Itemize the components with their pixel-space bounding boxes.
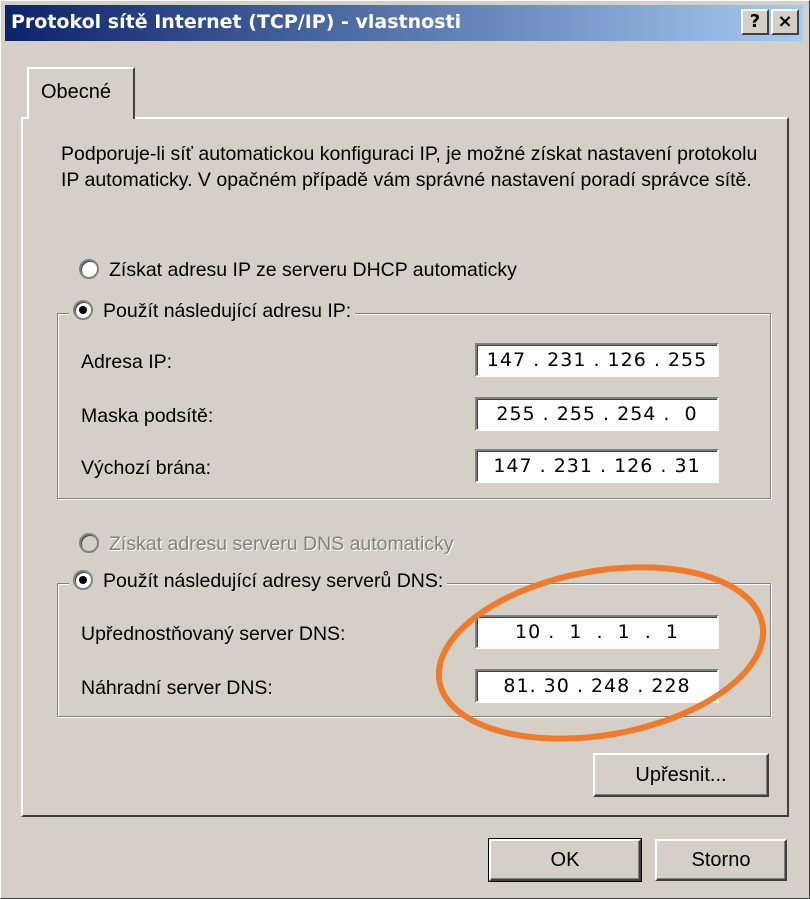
window-title: Protokol sítě Internet (TCP/IP) - vlastn…	[11, 11, 462, 33]
tab-general[interactable]: Obecné	[27, 67, 135, 119]
radio-button-icon	[79, 258, 99, 279]
gateway-label: Výchozí brána:	[81, 457, 212, 479]
preferred-dns-label: Upřednostňovaný server DNS:	[81, 623, 346, 645]
radio-dns-manual[interactable]: Použít následující adresy serverů DNS:	[69, 569, 448, 593]
subnet-mask-field[interactable]: 255 . 255 . 254 . 0	[475, 397, 719, 431]
highlight-ellipse-annotation	[435, 564, 767, 742]
radio-dns-auto-label: Získat adresu serveru DNS automaticky	[109, 533, 454, 555]
ok-button[interactable]: OK	[488, 838, 642, 882]
radio-ip-auto[interactable]: Získat adresu IP ze serveru DHCP automat…	[79, 258, 517, 282]
radio-button-checked-icon	[73, 569, 93, 590]
radio-ip-manual[interactable]: Použít následující adresu IP:	[69, 299, 356, 323]
help-button[interactable]: ?	[741, 9, 769, 35]
gateway-field[interactable]: 147 . 231 . 126 . 31	[475, 449, 719, 483]
cancel-button[interactable]: Storno	[655, 839, 787, 881]
radio-button-disabled-icon	[79, 532, 99, 553]
radio-ip-auto-label: Získat adresu IP ze serveru DHCP automat…	[109, 259, 517, 281]
radio-dns-auto[interactable]: Získat adresu serveru DNS automaticky	[79, 532, 454, 556]
ip-address-label: Adresa IP:	[81, 351, 173, 373]
description-text: Podporuje-li síť automatickou konfigurac…	[61, 143, 758, 191]
alternate-dns-label: Náhradní server DNS:	[81, 677, 273, 699]
ip-address-field[interactable]: 147 . 231 . 126 . 255	[475, 343, 719, 377]
close-button[interactable]: ×	[771, 9, 799, 35]
title-bar[interactable]: Protokol sítě Internet (TCP/IP) - vlastn…	[5, 5, 803, 41]
subnet-mask-label: Maska podsítě:	[81, 405, 214, 427]
advanced-button[interactable]: Upřesnit...	[593, 753, 769, 797]
radio-dns-manual-label: Použít následující adresy serverů DNS:	[103, 570, 444, 592]
radio-ip-manual-label: Použít následující adresu IP:	[103, 300, 352, 322]
radio-button-checked-icon	[73, 299, 93, 320]
dialog-window: Protokol sítě Internet (TCP/IP) - vlastn…	[0, 0, 810, 899]
tab-general-label: Obecné	[41, 81, 112, 103]
